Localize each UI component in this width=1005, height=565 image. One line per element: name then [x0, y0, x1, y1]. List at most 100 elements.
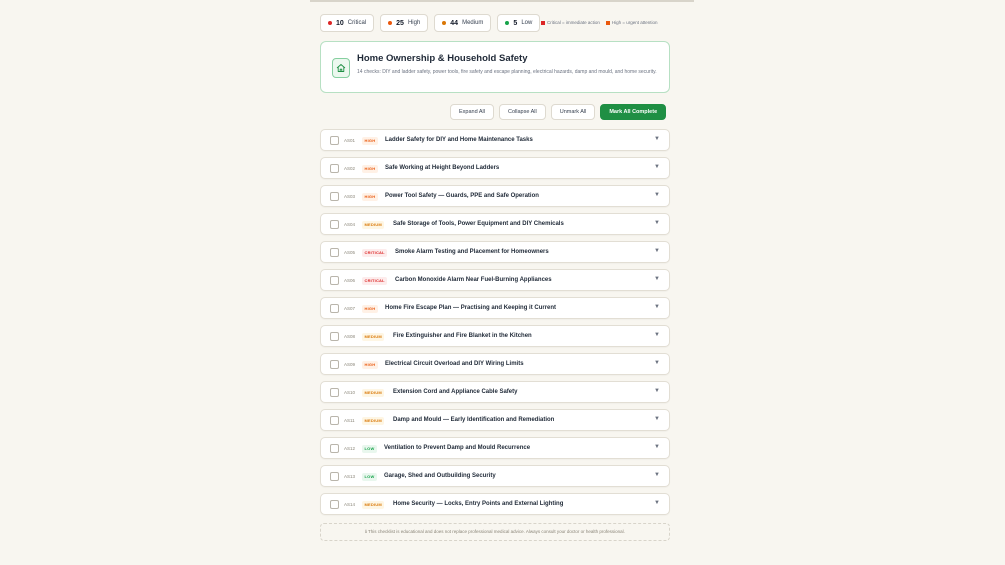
stat-count: 10 [336, 19, 344, 27]
priority-badge: LOW [362, 444, 377, 453]
item-code: AS06 [344, 278, 356, 283]
low-dot-icon [505, 21, 510, 25]
checklist-item[interactable]: AS03 HIGH Power Tool Safety — Guards, PPE … [320, 185, 670, 207]
chevron-down-icon[interactable]: ▼ [654, 136, 660, 142]
stat-count: 25 [396, 19, 404, 27]
item-checkbox[interactable] [330, 500, 339, 509]
checklist-item[interactable]: AS04 MEDIUM Safe Storage of Tools, Power E… [320, 213, 670, 235]
critical-square-icon [541, 20, 545, 25]
priority-badge: CRITICAL [362, 276, 388, 285]
item-checkbox[interactable] [330, 388, 339, 397]
item-code: AS09 [344, 362, 356, 367]
checklist-item[interactable]: AS07 HIGH Home Fire Escape Plan — Practisi… [320, 297, 670, 319]
section-description: 14 checks: DIY and ladder safety, power … [357, 69, 657, 75]
item-code: AS01 [344, 138, 356, 143]
item-title: Garage, Shed and Outbuilding Security [384, 473, 496, 479]
chevron-down-icon[interactable]: ▼ [654, 388, 660, 394]
item-title: Ventilation to Prevent Damp and Mould Re… [384, 445, 531, 451]
priority-badge: HIGH [362, 164, 378, 173]
item-checkbox[interactable] [330, 360, 339, 369]
checklist-item[interactable]: AS05 CRITICAL Smoke Alarm Testing and Plac… [320, 241, 670, 263]
chevron-down-icon[interactable]: ▼ [654, 332, 660, 338]
item-checkbox[interactable] [330, 220, 339, 229]
item-code: AS12 [344, 446, 356, 451]
stat-count: 44 [450, 19, 459, 27]
action-bar: Expand All Collapse All Unmark All Mark … [450, 104, 667, 120]
item-checkbox[interactable] [330, 304, 339, 313]
priority-badge: MEDIUM [362, 220, 385, 229]
stat-high: 25 High [380, 14, 429, 32]
collapse-all-button[interactable]: Collapse All [499, 104, 546, 120]
item-title: Ladder Safety for DIY and Home Maintenan… [385, 137, 533, 143]
checklist-item[interactable]: AS09 HIGH Electrical Circuit Overload and … [320, 353, 670, 375]
priority-badge: HIGH [362, 136, 378, 145]
item-checkbox[interactable] [330, 332, 339, 341]
item-checkbox[interactable] [330, 276, 339, 285]
chevron-down-icon[interactable]: ▼ [654, 416, 660, 422]
chevron-down-icon[interactable]: ▼ [654, 500, 660, 506]
item-code: AS03 [344, 194, 356, 199]
item-code: AS08 [344, 334, 356, 339]
section-header: Home Ownership & Household Safety 14 che… [320, 41, 670, 93]
item-code: AS14 [344, 502, 356, 507]
item-code: AS13 [344, 474, 356, 479]
item-title: Home Security — Locks, Entry Points and … [393, 501, 564, 507]
priority-badge: HIGH [362, 192, 378, 201]
chevron-down-icon[interactable]: ▼ [654, 192, 660, 198]
item-checkbox[interactable] [330, 248, 339, 257]
item-title: Electrical Circuit Overload and DIY Wiri… [385, 361, 524, 367]
item-title: Carbon Monoxide Alarm Near Fuel-Burning … [395, 277, 552, 283]
chevron-down-icon[interactable]: ▼ [654, 360, 660, 366]
chevron-down-icon[interactable]: ▼ [654, 220, 660, 226]
disclaimer: ℹ This checklist is educational and does… [320, 523, 670, 541]
section-title: Home Ownership & Household Safety [357, 53, 528, 64]
checklist-item[interactable]: AS08 MEDIUM Fire Extinguisher and Fire Bla… [320, 325, 670, 347]
priority-badge: HIGH [362, 360, 378, 369]
home-icon [332, 58, 350, 78]
legend-label: Critical = immediate action [547, 20, 600, 25]
high-square-icon [605, 20, 610, 25]
unmark-all-button[interactable]: Unmark All [550, 104, 596, 120]
priority-badge: HIGH [362, 304, 378, 313]
chevron-down-icon[interactable]: ▼ [654, 248, 660, 254]
checklist-item[interactable]: AS12 LOW Ventilation to Prevent Damp and M… [320, 437, 670, 459]
chevron-down-icon[interactable]: ▼ [654, 444, 660, 450]
item-checkbox[interactable] [330, 416, 339, 425]
item-checkbox[interactable] [330, 192, 339, 201]
checklist-item[interactable]: AS13 LOW Garage, Shed and Outbuilding Secu… [320, 465, 670, 487]
stat-label: High [407, 20, 421, 26]
checklist-item[interactable]: AS14 MEDIUM Home Security — Locks, Entry P… [320, 493, 670, 515]
medium-dot-icon [442, 21, 447, 25]
chevron-down-icon[interactable]: ▼ [654, 304, 660, 310]
high-dot-icon [388, 21, 393, 25]
priority-badge: LOW [362, 472, 377, 481]
mark-all-complete-button[interactable]: Mark All Complete [600, 104, 667, 120]
checklist-item[interactable]: AS02 HIGH Safe Working at Height Beyond La… [320, 157, 670, 179]
stat-label: Low [521, 20, 533, 26]
chevron-down-icon[interactable]: ▼ [654, 276, 660, 282]
item-title: Fire Extinguisher and Fire Blanket in th… [393, 333, 532, 339]
checklist-item[interactable]: AS11 MEDIUM Damp and Mould — Early Identif… [320, 409, 670, 431]
item-code: AS05 [344, 250, 356, 255]
checklist-item[interactable]: AS06 CRITICAL Carbon Monoxide Alarm Near F… [320, 269, 670, 291]
item-title: Safe Storage of Tools, Power Equipment a… [393, 221, 564, 227]
item-checkbox[interactable] [330, 164, 339, 173]
item-title: Safe Working at Height Beyond Ladders [385, 165, 500, 171]
item-checkbox[interactable] [330, 444, 339, 453]
expand-all-button[interactable]: Expand All [450, 104, 494, 120]
checklist-item[interactable]: AS01 HIGH Ladder Safety for DIY and Home M… [320, 129, 670, 151]
chevron-down-icon[interactable]: ▼ [654, 472, 660, 478]
item-title: Power Tool Safety — Guards, PPE and Safe… [385, 193, 539, 199]
critical-dot-icon [328, 21, 332, 25]
stats-bar: 10 Critical 25 High 44 Medium 5 Low [320, 14, 541, 32]
item-title: Home Fire Escape Plan — Practising and K… [385, 305, 557, 311]
checklist-item[interactable]: AS10 MEDIUM Extension Cord and Appliance C… [320, 381, 670, 403]
stat-critical: 10 Critical [320, 14, 375, 32]
priority-badge: MEDIUM [362, 332, 385, 341]
chevron-down-icon[interactable]: ▼ [654, 164, 660, 170]
item-code: AS10 [344, 390, 356, 395]
item-checkbox[interactable] [330, 472, 339, 481]
stat-label: Medium [462, 20, 484, 26]
item-checkbox[interactable] [330, 136, 339, 145]
priority-legend: Critical = immediate action High = urgen… [541, 20, 658, 25]
